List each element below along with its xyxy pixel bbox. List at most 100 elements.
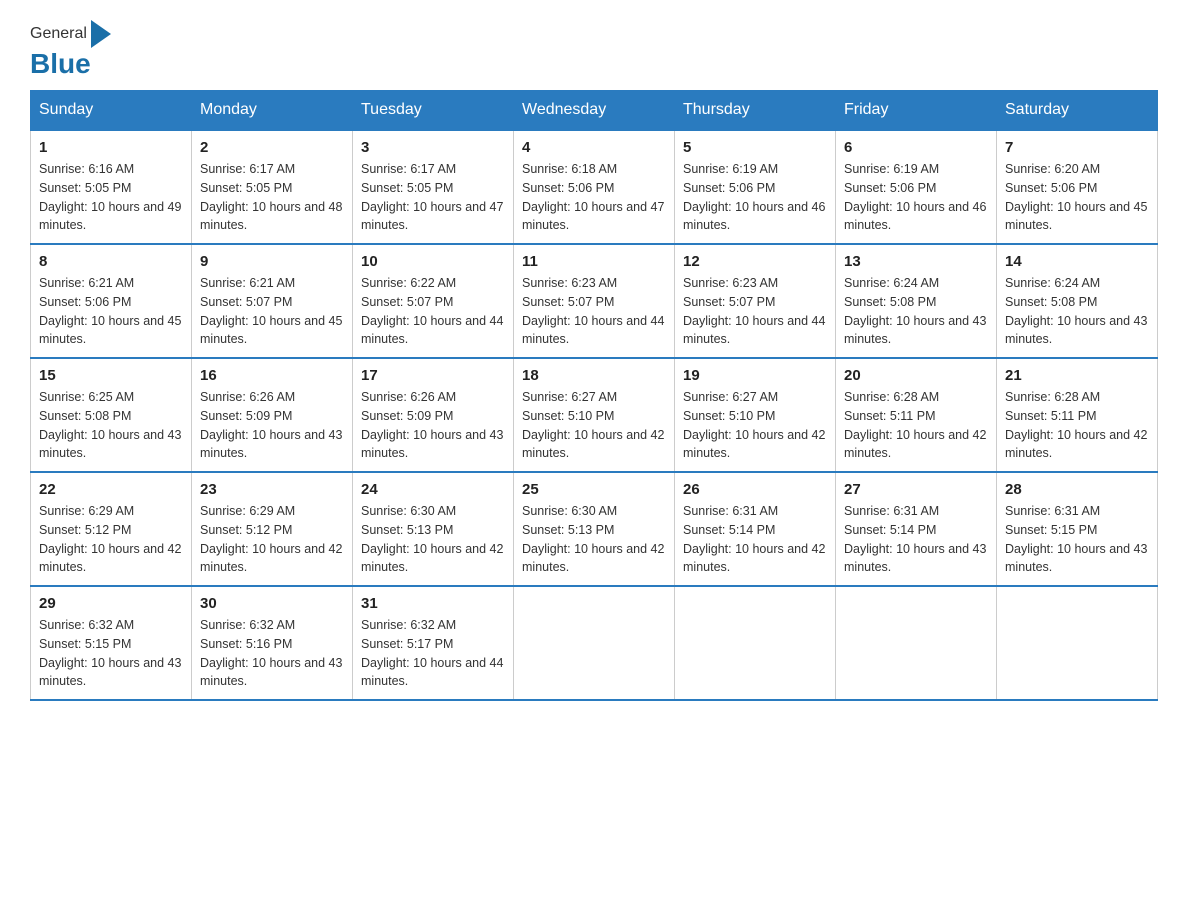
day-cell: 16 Sunrise: 6:26 AMSunset: 5:09 PMDaylig… <box>192 358 353 472</box>
day-number: 13 <box>844 253 988 270</box>
day-cell: 20 Sunrise: 6:28 AMSunset: 5:11 PMDaylig… <box>836 358 997 472</box>
day-info: Sunrise: 6:29 AMSunset: 5:12 PMDaylight:… <box>39 502 183 577</box>
day-info: Sunrise: 6:27 AMSunset: 5:10 PMDaylight:… <box>522 388 666 463</box>
day-number: 6 <box>844 139 988 156</box>
day-info: Sunrise: 6:28 AMSunset: 5:11 PMDaylight:… <box>844 388 988 463</box>
day-cell: 6 Sunrise: 6:19 AMSunset: 5:06 PMDayligh… <box>836 130 997 244</box>
day-info: Sunrise: 6:23 AMSunset: 5:07 PMDaylight:… <box>522 274 666 349</box>
day-cell: 30 Sunrise: 6:32 AMSunset: 5:16 PMDaylig… <box>192 586 353 700</box>
day-cell: 15 Sunrise: 6:25 AMSunset: 5:08 PMDaylig… <box>31 358 192 472</box>
day-info: Sunrise: 6:18 AMSunset: 5:06 PMDaylight:… <box>522 160 666 235</box>
day-number: 3 <box>361 139 505 156</box>
day-number: 23 <box>200 481 344 498</box>
logo-general-text: General <box>30 25 87 43</box>
day-info: Sunrise: 6:32 AMSunset: 5:15 PMDaylight:… <box>39 616 183 691</box>
day-info: Sunrise: 6:17 AMSunset: 5:05 PMDaylight:… <box>361 160 505 235</box>
day-number: 9 <box>200 253 344 270</box>
day-number: 1 <box>39 139 183 156</box>
day-info: Sunrise: 6:27 AMSunset: 5:10 PMDaylight:… <box>683 388 827 463</box>
day-number: 2 <box>200 139 344 156</box>
day-cell: 11 Sunrise: 6:23 AMSunset: 5:07 PMDaylig… <box>514 244 675 358</box>
week-row-4: 22 Sunrise: 6:29 AMSunset: 5:12 PMDaylig… <box>31 472 1158 586</box>
day-number: 31 <box>361 595 505 612</box>
day-number: 4 <box>522 139 666 156</box>
day-cell: 24 Sunrise: 6:30 AMSunset: 5:13 PMDaylig… <box>353 472 514 586</box>
day-number: 5 <box>683 139 827 156</box>
day-cell <box>514 586 675 700</box>
day-number: 17 <box>361 367 505 384</box>
day-info: Sunrise: 6:17 AMSunset: 5:05 PMDaylight:… <box>200 160 344 235</box>
day-info: Sunrise: 6:26 AMSunset: 5:09 PMDaylight:… <box>200 388 344 463</box>
day-cell: 23 Sunrise: 6:29 AMSunset: 5:12 PMDaylig… <box>192 472 353 586</box>
day-cell: 31 Sunrise: 6:32 AMSunset: 5:17 PMDaylig… <box>353 586 514 700</box>
day-info: Sunrise: 6:29 AMSunset: 5:12 PMDaylight:… <box>200 502 344 577</box>
day-cell <box>836 586 997 700</box>
day-info: Sunrise: 6:28 AMSunset: 5:11 PMDaylight:… <box>1005 388 1149 463</box>
day-number: 28 <box>1005 481 1149 498</box>
day-cell <box>997 586 1158 700</box>
day-info: Sunrise: 6:25 AMSunset: 5:08 PMDaylight:… <box>39 388 183 463</box>
week-row-1: 1 Sunrise: 6:16 AMSunset: 5:05 PMDayligh… <box>31 130 1158 244</box>
weekday-header-sunday: Sunday <box>31 91 192 131</box>
day-info: Sunrise: 6:22 AMSunset: 5:07 PMDaylight:… <box>361 274 505 349</box>
day-number: 10 <box>361 253 505 270</box>
week-row-5: 29 Sunrise: 6:32 AMSunset: 5:15 PMDaylig… <box>31 586 1158 700</box>
day-info: Sunrise: 6:20 AMSunset: 5:06 PMDaylight:… <box>1005 160 1149 235</box>
day-cell: 7 Sunrise: 6:20 AMSunset: 5:06 PMDayligh… <box>997 130 1158 244</box>
weekday-header-friday: Friday <box>836 91 997 131</box>
day-info: Sunrise: 6:23 AMSunset: 5:07 PMDaylight:… <box>683 274 827 349</box>
day-info: Sunrise: 6:26 AMSunset: 5:09 PMDaylight:… <box>361 388 505 463</box>
day-info: Sunrise: 6:32 AMSunset: 5:17 PMDaylight:… <box>361 616 505 691</box>
logo: General Blue <box>30 20 113 80</box>
day-info: Sunrise: 6:30 AMSunset: 5:13 PMDaylight:… <box>361 502 505 577</box>
day-number: 18 <box>522 367 666 384</box>
logo-blue-text: Blue <box>30 48 91 80</box>
day-cell: 27 Sunrise: 6:31 AMSunset: 5:14 PMDaylig… <box>836 472 997 586</box>
day-cell: 22 Sunrise: 6:29 AMSunset: 5:12 PMDaylig… <box>31 472 192 586</box>
day-info: Sunrise: 6:32 AMSunset: 5:16 PMDaylight:… <box>200 616 344 691</box>
weekday-header-monday: Monday <box>192 91 353 131</box>
day-info: Sunrise: 6:24 AMSunset: 5:08 PMDaylight:… <box>844 274 988 349</box>
day-number: 8 <box>39 253 183 270</box>
weekday-header-saturday: Saturday <box>997 91 1158 131</box>
day-cell: 18 Sunrise: 6:27 AMSunset: 5:10 PMDaylig… <box>514 358 675 472</box>
week-row-3: 15 Sunrise: 6:25 AMSunset: 5:08 PMDaylig… <box>31 358 1158 472</box>
day-cell: 25 Sunrise: 6:30 AMSunset: 5:13 PMDaylig… <box>514 472 675 586</box>
day-number: 25 <box>522 481 666 498</box>
day-info: Sunrise: 6:21 AMSunset: 5:07 PMDaylight:… <box>200 274 344 349</box>
day-cell: 1 Sunrise: 6:16 AMSunset: 5:05 PMDayligh… <box>31 130 192 244</box>
day-number: 7 <box>1005 139 1149 156</box>
weekday-header-thursday: Thursday <box>675 91 836 131</box>
day-number: 21 <box>1005 367 1149 384</box>
day-cell: 2 Sunrise: 6:17 AMSunset: 5:05 PMDayligh… <box>192 130 353 244</box>
weekday-header-wednesday: Wednesday <box>514 91 675 131</box>
logo-arrow-icon <box>91 20 111 48</box>
day-info: Sunrise: 6:19 AMSunset: 5:06 PMDaylight:… <box>844 160 988 235</box>
day-number: 16 <box>200 367 344 384</box>
day-number: 30 <box>200 595 344 612</box>
day-info: Sunrise: 6:24 AMSunset: 5:08 PMDaylight:… <box>1005 274 1149 349</box>
day-cell: 3 Sunrise: 6:17 AMSunset: 5:05 PMDayligh… <box>353 130 514 244</box>
day-cell: 17 Sunrise: 6:26 AMSunset: 5:09 PMDaylig… <box>353 358 514 472</box>
day-cell: 19 Sunrise: 6:27 AMSunset: 5:10 PMDaylig… <box>675 358 836 472</box>
day-number: 26 <box>683 481 827 498</box>
day-info: Sunrise: 6:16 AMSunset: 5:05 PMDaylight:… <box>39 160 183 235</box>
day-cell: 9 Sunrise: 6:21 AMSunset: 5:07 PMDayligh… <box>192 244 353 358</box>
day-number: 24 <box>361 481 505 498</box>
day-info: Sunrise: 6:21 AMSunset: 5:06 PMDaylight:… <box>39 274 183 349</box>
day-info: Sunrise: 6:31 AMSunset: 5:14 PMDaylight:… <box>683 502 827 577</box>
day-number: 27 <box>844 481 988 498</box>
day-cell: 21 Sunrise: 6:28 AMSunset: 5:11 PMDaylig… <box>997 358 1158 472</box>
day-info: Sunrise: 6:31 AMSunset: 5:15 PMDaylight:… <box>1005 502 1149 577</box>
day-info: Sunrise: 6:19 AMSunset: 5:06 PMDaylight:… <box>683 160 827 235</box>
day-number: 15 <box>39 367 183 384</box>
day-cell: 28 Sunrise: 6:31 AMSunset: 5:15 PMDaylig… <box>997 472 1158 586</box>
day-number: 22 <box>39 481 183 498</box>
day-number: 12 <box>683 253 827 270</box>
day-number: 29 <box>39 595 183 612</box>
day-cell: 14 Sunrise: 6:24 AMSunset: 5:08 PMDaylig… <box>997 244 1158 358</box>
day-cell: 29 Sunrise: 6:32 AMSunset: 5:15 PMDaylig… <box>31 586 192 700</box>
day-info: Sunrise: 6:30 AMSunset: 5:13 PMDaylight:… <box>522 502 666 577</box>
weekday-header-tuesday: Tuesday <box>353 91 514 131</box>
day-number: 19 <box>683 367 827 384</box>
